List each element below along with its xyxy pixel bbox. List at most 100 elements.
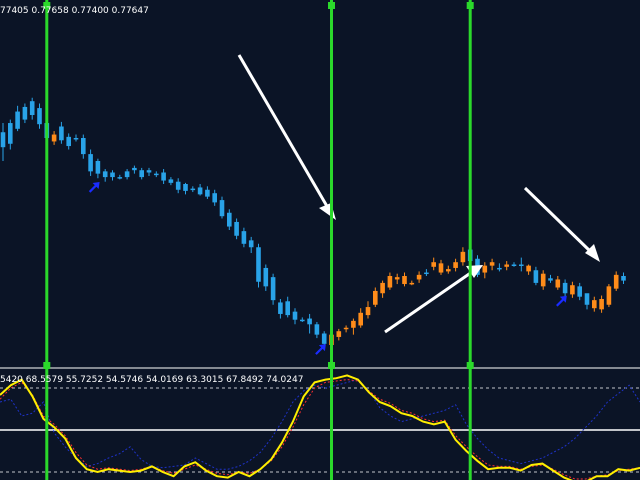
- candle: [584, 293, 590, 310]
- candle-body: [183, 184, 188, 191]
- candle: [489, 258, 495, 271]
- candle: [540, 270, 546, 290]
- candle: [460, 247, 466, 266]
- candle-body: [81, 138, 86, 155]
- candle: [511, 262, 517, 267]
- candle: [621, 272, 626, 285]
- candle: [183, 182, 188, 195]
- candle-body: [285, 301, 290, 316]
- candle-body: [205, 189, 210, 197]
- candle-body: [570, 285, 575, 295]
- candle-body: [110, 172, 115, 178]
- candle-body: [606, 286, 612, 305]
- candle-body: [66, 136, 71, 147]
- candle: [438, 259, 444, 275]
- candle: [212, 189, 217, 206]
- chart-canvas: 77405 0.77658 0.77400 0.77647 5420 68.55…: [0, 0, 640, 480]
- candle: [102, 169, 108, 182]
- candle: [314, 322, 320, 339]
- candle: [51, 131, 57, 145]
- candle-body: [592, 300, 597, 309]
- candle-body: [154, 173, 159, 176]
- candle: [241, 227, 247, 248]
- candle: [351, 318, 356, 335]
- candle-body: [51, 134, 57, 142]
- candle: [482, 262, 488, 279]
- candle-body: [197, 187, 203, 195]
- candle-body: [497, 267, 502, 270]
- candle-body: [8, 123, 13, 144]
- candle: [343, 325, 349, 333]
- candle-body: [519, 264, 524, 266]
- candle-body: [161, 172, 166, 181]
- marker-square: [466, 2, 474, 9]
- price-pane: [0, 97, 626, 355]
- candle-body: [577, 286, 582, 297]
- candle: [307, 313, 312, 334]
- candle: [365, 301, 371, 319]
- candle-body: [241, 231, 247, 244]
- candle-body: [132, 167, 137, 171]
- candle: [592, 296, 597, 312]
- candle: [205, 186, 210, 199]
- candle-body: [117, 177, 123, 179]
- candle: [424, 269, 429, 276]
- price-header-text: 77405 0.77658 0.77400 0.77647: [0, 6, 149, 16]
- blue-arrow-icon: [315, 344, 326, 355]
- candle-body: [343, 327, 349, 330]
- candle-body: [146, 170, 152, 173]
- candle: [29, 97, 35, 120]
- candle: [15, 105, 20, 132]
- candle: [453, 258, 458, 272]
- candle: [373, 287, 378, 308]
- candle-body: [599, 299, 604, 310]
- candle-body: [460, 251, 466, 263]
- candle: [110, 170, 115, 181]
- candle: [22, 103, 28, 124]
- candle: [577, 282, 582, 301]
- candle-body: [102, 171, 108, 178]
- candle-body: [270, 277, 276, 301]
- candle: [300, 317, 305, 322]
- candle: [497, 263, 502, 272]
- candle-body: [292, 311, 298, 320]
- candle-body: [88, 154, 93, 172]
- candle-body: [373, 290, 378, 305]
- candle-body: [175, 181, 181, 190]
- candle: [117, 174, 123, 180]
- candle-body: [358, 312, 363, 326]
- candle-body: [482, 265, 488, 273]
- candle-body: [227, 212, 232, 227]
- candle: [248, 236, 254, 253]
- candle: [599, 295, 604, 313]
- candle: [446, 265, 451, 274]
- candle: [402, 272, 407, 287]
- candle: [431, 257, 436, 271]
- candle-body: [540, 273, 546, 287]
- candle: [139, 167, 144, 180]
- candle: [81, 134, 86, 159]
- candle-body: [402, 276, 407, 285]
- candle: [73, 134, 79, 142]
- candle-body: [555, 279, 561, 288]
- candle-body: [394, 277, 400, 280]
- candle-body: [124, 171, 130, 178]
- candle-body: [168, 179, 174, 183]
- candle: [336, 328, 342, 341]
- candle: [548, 274, 553, 283]
- vertical-markers: [43, 0, 474, 480]
- candle: [358, 308, 363, 328]
- candle-body: [248, 240, 254, 248]
- trading-chart: 77405 0.77658 0.77400 0.77647 5420 68.55…: [0, 0, 640, 480]
- candle-body: [504, 264, 509, 267]
- candle: [285, 296, 290, 318]
- candle-body: [15, 111, 20, 129]
- candle-body: [533, 270, 539, 283]
- candle: [263, 264, 269, 291]
- candle-body: [416, 274, 422, 280]
- annotation-arrows: [237, 54, 600, 334]
- candle-body: [511, 264, 517, 266]
- candle: [533, 266, 539, 286]
- candle: [8, 119, 13, 150]
- marker-square: [328, 2, 335, 9]
